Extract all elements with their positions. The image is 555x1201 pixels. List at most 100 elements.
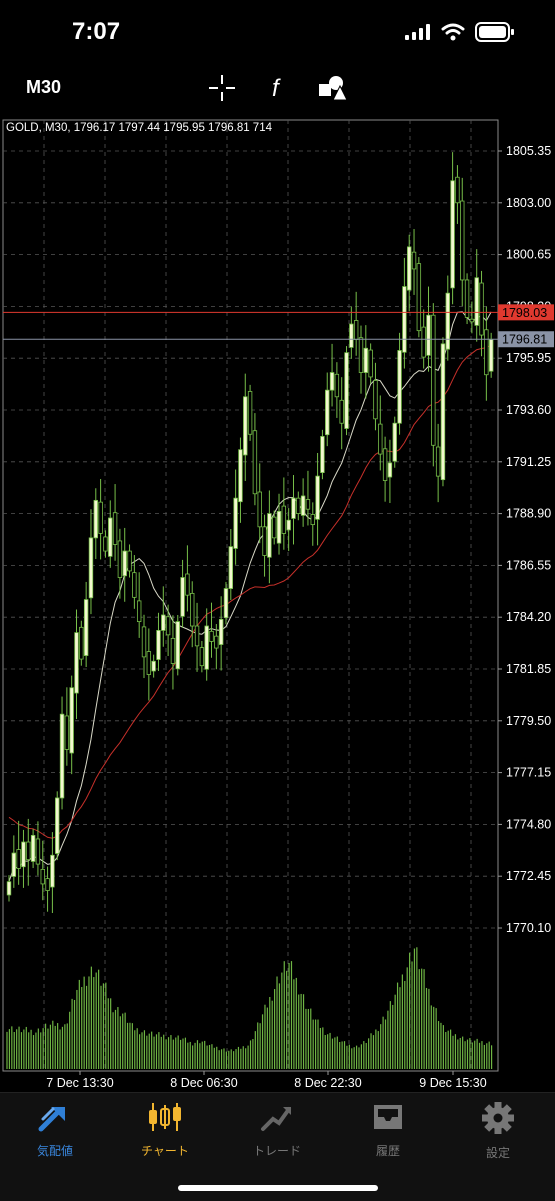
candle (122, 527, 127, 602)
candle (204, 608, 209, 681)
candle (175, 614, 180, 676)
price-tick-label: 1779.50 (506, 714, 551, 728)
candle (165, 604, 171, 656)
candle (353, 291, 359, 356)
price-line-label: 1798.03 (502, 306, 547, 320)
candle (450, 152, 455, 305)
candle (344, 346, 349, 436)
time-tick-label: 8 Dec 22:30 (294, 1076, 361, 1090)
price-axis: 1805.351803.001800.651798.301795.951793.… (498, 144, 551, 935)
price-tick-label: 1781.85 (506, 662, 551, 676)
candle (55, 791, 60, 861)
volume-histogram (6, 947, 493, 1069)
time-tick-label: 7 Dec 13:30 (46, 1076, 113, 1090)
price-tick-label: 1805.35 (506, 144, 551, 158)
candle (16, 820, 21, 885)
price-tick-label: 1800.65 (506, 248, 551, 262)
price-tick-label: 1777.15 (506, 766, 551, 780)
candle (45, 866, 50, 912)
candle (339, 377, 344, 450)
tab-history[interactable]: 履歴 (343, 1101, 433, 1159)
timeframe-selector[interactable]: M30 (26, 77, 61, 98)
candle (30, 828, 36, 869)
candle (185, 545, 190, 612)
candle (445, 275, 450, 361)
home-indicator (178, 1185, 378, 1191)
candle (141, 614, 147, 679)
candle (199, 641, 205, 673)
tab-quotes[interactable]: 気配値 (10, 1101, 100, 1159)
candle (397, 332, 402, 435)
candlesticks (6, 152, 494, 914)
chart-grid (2, 119, 499, 1072)
candle (329, 343, 335, 407)
candle (387, 439, 393, 504)
candle (286, 508, 291, 552)
candle (93, 488, 98, 560)
candle (440, 337, 446, 487)
wifi-icon (441, 23, 465, 41)
candle (310, 502, 315, 546)
chart-toolbar: M30 f (0, 65, 555, 110)
candle (74, 609, 79, 720)
price-chart[interactable]: 1805.351803.001800.651798.301795.951793.… (0, 118, 555, 1092)
candle (435, 423, 441, 503)
candle (455, 165, 460, 224)
svg-text:f: f (272, 75, 281, 102)
candle (11, 835, 17, 888)
candle (132, 555, 137, 609)
tab-settings[interactable]: 設定 (453, 1101, 543, 1161)
candle (257, 463, 262, 544)
candle (325, 372, 330, 447)
chart-canvas[interactable]: 1805.351803.001800.651798.301795.951793.… (0, 118, 555, 1092)
tab-history-label: 履歴 (375, 1144, 400, 1158)
candle (349, 306, 354, 359)
gear-icon (482, 1102, 514, 1134)
candle (252, 413, 258, 506)
cellular-signal-icon (405, 24, 430, 40)
candle (382, 436, 388, 502)
battery-icon (475, 22, 514, 42)
candle (151, 654, 156, 678)
candle (136, 572, 142, 638)
candle (64, 687, 70, 766)
candle (238, 437, 243, 523)
candle (190, 581, 195, 648)
candle (161, 586, 166, 647)
candle (315, 452, 320, 546)
candle (402, 257, 407, 369)
candle (214, 624, 219, 670)
tab-chart[interactable]: チャート (120, 1101, 210, 1159)
candle (170, 615, 176, 690)
price-tick-label: 1770.10 (506, 921, 551, 935)
candle (156, 612, 161, 671)
candle (320, 429, 325, 480)
candle (407, 234, 412, 312)
candle (358, 325, 364, 394)
function-icon[interactable]: f (264, 73, 294, 103)
candle (426, 286, 431, 372)
tab-chart-label: チャート (141, 1144, 189, 1158)
time-tick-label: 8 Dec 06:30 (170, 1076, 237, 1090)
status-bar: 7:07 (0, 0, 555, 60)
crosshair-icon[interactable] (207, 73, 237, 103)
candle (474, 249, 479, 342)
price-tick-label: 1786.55 (506, 558, 551, 572)
shapes-icon[interactable] (318, 73, 348, 103)
tab-trade[interactable]: トレード (232, 1101, 322, 1159)
candle (103, 530, 108, 558)
trade-icon (261, 1107, 291, 1131)
candle (108, 500, 113, 568)
price-tick-label: 1795.95 (506, 351, 551, 365)
candle (59, 696, 65, 810)
candle (21, 829, 26, 888)
status-time: 7:07 (72, 18, 121, 45)
candle (267, 490, 272, 584)
price-tick-label: 1803.00 (506, 196, 551, 210)
candle (363, 325, 369, 399)
candle (334, 362, 340, 418)
candle (305, 470, 311, 526)
candle (368, 343, 373, 384)
candle (416, 257, 422, 338)
price-lines: 1798.03 1796.81 (3, 304, 554, 348)
